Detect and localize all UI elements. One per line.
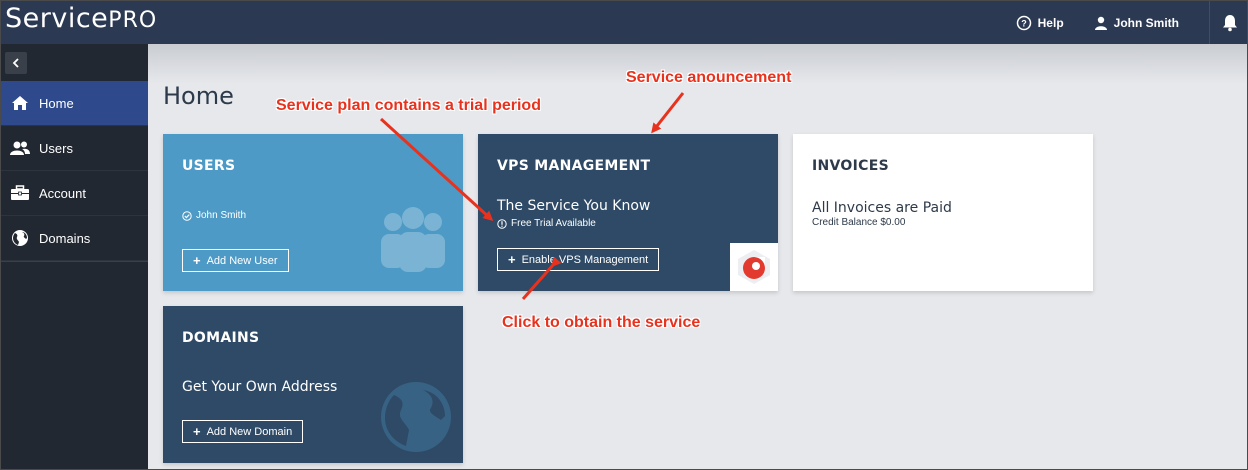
help-link[interactable]: ? Help <box>1016 15 1064 31</box>
check-circle-icon <box>182 210 192 221</box>
trial-note-text: Free Trial Available <box>511 218 596 229</box>
button-label: Add New Domain <box>206 425 293 438</box>
bell-icon <box>1222 14 1237 31</box>
plus-icon: + <box>193 424 201 439</box>
globe-icon <box>12 230 28 246</box>
user-entry: John Smith <box>182 210 246 221</box>
card-title: DOMAINS <box>182 330 260 346</box>
sidebar-item-label: Domains <box>39 230 91 246</box>
sidebar-item-domains[interactable]: Domains <box>1 216 148 261</box>
product-logo <box>730 243 778 291</box>
user-menu[interactable]: John Smith <box>1094 16 1179 30</box>
enable-vps-management-button[interactable]: + Enable VPS Management <box>497 248 660 271</box>
plus-icon: + <box>508 252 516 267</box>
add-new-domain-button[interactable]: + Add New Domain <box>182 420 304 443</box>
annotation-trial: Service plan contains a trial period <box>276 97 541 114</box>
user-entry-name: John Smith <box>196 210 247 221</box>
trial-note: Free Trial Available <box>497 218 596 229</box>
credit-balance: Credit Balance $0.00 <box>812 217 906 228</box>
chevron-left-icon <box>12 58 19 68</box>
logo-pro-text: PRO <box>108 8 158 33</box>
sidebar-item-users[interactable]: Users <box>1 126 148 171</box>
sidebar-item-account[interactable]: Account <box>1 171 148 216</box>
sidebar-nav: Home Users Account Domains <box>1 81 148 262</box>
sidebar-collapse-button[interactable] <box>5 52 27 74</box>
info-circle-icon <box>497 218 507 229</box>
app-logo[interactable]: ServicePRO <box>5 3 157 34</box>
card-title: VPS MANAGEMENT <box>497 158 651 174</box>
invoices-card[interactable]: INVOICES All Invoices are Paid Credit Ba… <box>793 134 1093 291</box>
card-title: INVOICES <box>812 158 889 174</box>
annotation-announcement: Service anouncement <box>626 69 792 86</box>
globe-watermark-icon <box>381 382 451 452</box>
sidebar-item-label: Home <box>39 95 74 111</box>
domains-headline: Get Your Own Address <box>182 379 338 395</box>
page-title: Home <box>163 82 234 110</box>
sidebar: Home Users Account Domains <box>1 44 148 469</box>
home-icon <box>12 96 28 110</box>
button-label: Enable VPS Management <box>521 253 649 266</box>
help-label: Help <box>1037 15 1064 30</box>
vps-headline: The Service You Know <box>497 198 651 214</box>
vps-management-card[interactable]: VPS MANAGEMENT The Service You Know Free… <box>478 134 778 291</box>
top-navbar: ServicePRO ? Help John Smith <box>1 1 1247 44</box>
notifications-button[interactable] <box>1209 1 1247 44</box>
sidebar-divider <box>1 261 148 262</box>
user-icon <box>1094 16 1107 30</box>
add-new-user-button[interactable]: + Add New User <box>182 249 289 272</box>
logo-service-text: Service <box>5 3 109 34</box>
sidebar-item-home[interactable]: Home <box>1 81 148 126</box>
sidebar-item-label: Users <box>39 140 73 156</box>
svg-text:?: ? <box>1021 18 1027 28</box>
users-icon <box>10 141 30 155</box>
user-name-label: John Smith <box>1113 15 1179 30</box>
users-card[interactable]: USERS John Smith + Add New User <box>163 134 463 291</box>
product-logo-icon <box>738 250 770 284</box>
app-window: ServicePRO ? Help John Smith Home Users … <box>0 0 1248 470</box>
users-group-icon <box>381 207 445 272</box>
briefcase-icon <box>11 185 29 200</box>
sidebar-item-label: Account <box>39 185 86 201</box>
plus-icon: + <box>193 253 201 268</box>
button-label: Add New User <box>206 254 278 267</box>
annotation-obtain: Click to obtain the service <box>502 314 701 331</box>
domains-card[interactable]: DOMAINS Get Your Own Address + Add New D… <box>163 306 463 463</box>
help-circle-icon: ? <box>1016 15 1031 30</box>
invoices-status: All Invoices are Paid <box>812 200 952 216</box>
card-title: USERS <box>182 158 236 174</box>
